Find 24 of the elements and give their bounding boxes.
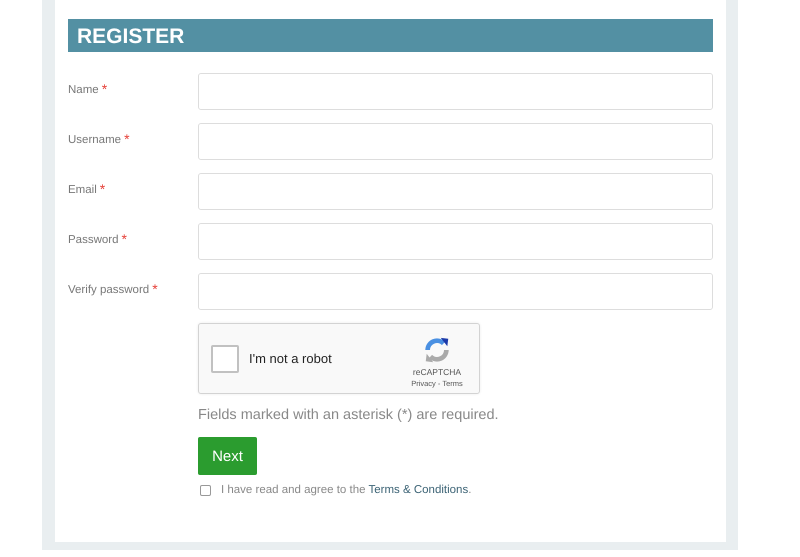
- required-mark: *: [152, 280, 158, 296]
- captcha-checkbox[interactable]: [211, 344, 239, 372]
- required-mark: *: [122, 230, 127, 246]
- agree-text: I have read and agree to the Terms & Conditions.: [221, 484, 472, 496]
- field-label: Name: [68, 84, 99, 96]
- captcha-label: I'm not a robot: [249, 351, 333, 366]
- register-header: REGISTER: [68, 19, 713, 52]
- field-label: Email: [68, 184, 97, 196]
- required-mark: *: [124, 130, 130, 146]
- input-field[interactable]: [198, 73, 713, 110]
- required-mark: *: [102, 80, 108, 96]
- captcha-brand: reCAPTCHA: [412, 367, 462, 377]
- next-button[interactable]: Next: [198, 437, 257, 475]
- required-note: Fields marked with an asterisk (*) are required.: [198, 407, 500, 423]
- input-field[interactable]: [198, 173, 713, 210]
- field-label: Username: [68, 134, 122, 146]
- required-mark: *: [100, 180, 106, 196]
- field-label: Verify password: [68, 284, 150, 296]
- input-field[interactable]: [198, 273, 713, 310]
- input-field[interactable]: [198, 223, 713, 260]
- agree-checkbox[interactable]: [200, 484, 211, 496]
- terms-link[interactable]: Terms & Conditions: [368, 484, 468, 496]
- input-field[interactable]: [198, 123, 713, 160]
- field-label: Password: [68, 234, 118, 246]
